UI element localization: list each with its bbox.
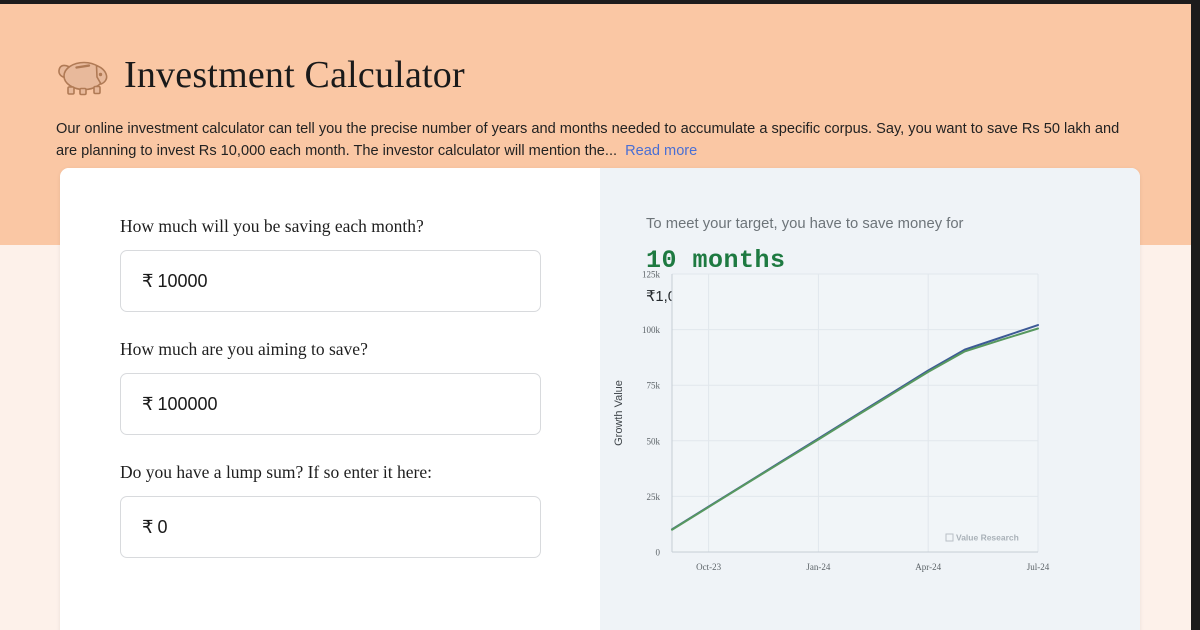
input-target-amount[interactable]: ₹ 100000 <box>120 373 541 435</box>
label-lump-sum: Do you have a lump sum? If so enter it h… <box>120 462 432 482</box>
hero-description: Our online investment calculator can tel… <box>56 118 1141 162</box>
x-axis-tick-label: Oct-23 <box>696 562 721 572</box>
input-value-monthly-saving: 10000 <box>157 270 208 291</box>
calculator-card: How much will you be saving each month? … <box>60 168 1140 630</box>
hero-title-row: Investment Calculator <box>56 44 1146 106</box>
input-value-lump-sum: 0 <box>157 516 168 537</box>
input-value-target-amount: 100000 <box>157 393 218 414</box>
page-title: Investment Calculator <box>124 54 465 96</box>
input-lump-sum[interactable]: ₹ 0 <box>120 496 541 558</box>
field-group-lump-sum: Do you have a lump sum? If so enter it h… <box>120 462 541 558</box>
y-axis-tick-label: 75k <box>647 381 661 391</box>
y-axis-tick-label: 100k <box>642 325 661 335</box>
y-axis-tick-label: 0 <box>656 548 661 558</box>
piggy-bank-icon <box>58 61 108 96</box>
window-right-border <box>1191 0 1200 630</box>
result-panel: To meet your target, you have to save mo… <box>600 168 1140 630</box>
field-group-target-amount: How much are you aiming to save? ₹ 10000… <box>120 339 541 435</box>
hero-content: Investment Calculator Our online investm… <box>56 44 1146 162</box>
rupee-symbol-icon: ₹ <box>142 393 154 414</box>
field-group-monthly-saving: How much will you be saving each month? … <box>120 216 541 312</box>
x-axis-tick-label: Jul-24 <box>1027 562 1050 572</box>
result-lead-text: To meet your target, you have to save mo… <box>646 216 964 232</box>
chart-svg: 0 25k 50k 75k 100k 125k Oct-23 Jan-24 Apr-24 Jul-… <box>613 270 1050 573</box>
label-monthly-saving: How much will you be saving each month? <box>120 216 424 236</box>
read-more-link[interactable]: Read more <box>625 143 697 159</box>
chart-watermark-label: Value Research <box>956 533 1019 543</box>
hero-description-text: Our online investment calculator can tel… <box>56 121 1120 159</box>
rupee-symbol-icon: ₹ <box>142 516 154 537</box>
y-axis-tick-label: 50k <box>647 436 661 446</box>
form-panel: How much will you be saving each month? … <box>60 168 600 630</box>
input-monthly-saving[interactable]: ₹ 10000 <box>120 250 541 312</box>
window-top-border <box>0 0 1200 4</box>
chart-watermark: Value Research <box>945 533 1019 543</box>
label-target-amount: How much are you aiming to save? <box>120 339 368 359</box>
y-axis-tick-label: 25k <box>647 492 661 502</box>
x-axis-tick-label: Apr-24 <box>915 562 941 572</box>
x-axis-tick-label: Jan-24 <box>806 562 830 572</box>
growth-value-chart: 0 25k 50k 75k 100k 125k Oct-23 Jan-24 Apr-24 Jul-… <box>600 262 1094 592</box>
rupee-symbol-icon: ₹ <box>142 270 154 291</box>
y-axis-tick-label: 125k <box>642 270 661 280</box>
y-axis-title: Growth Value <box>613 380 625 446</box>
